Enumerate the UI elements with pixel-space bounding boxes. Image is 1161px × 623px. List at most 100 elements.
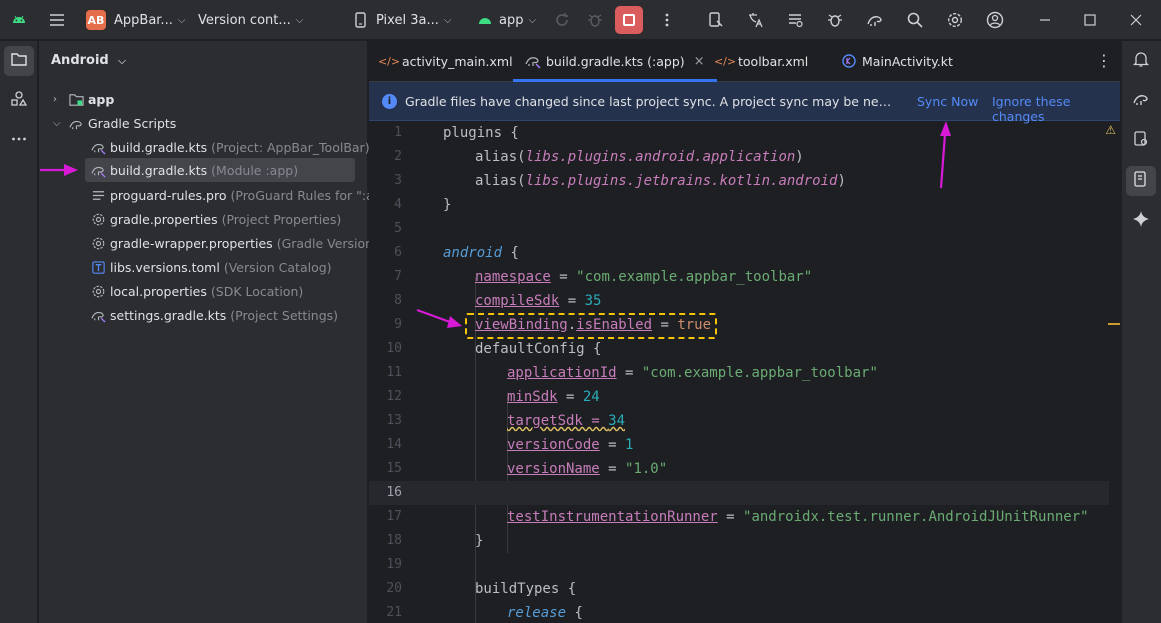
warning-icon[interactable]: ⚠ — [1105, 123, 1116, 137]
shapes-icon — [10, 90, 28, 112]
text-file-icon — [89, 187, 107, 203]
ignore-changes-link[interactable]: Ignore these changes — [992, 94, 1120, 124]
tree-item-label: local.properties — [110, 283, 207, 299]
tree-item-libs-versions[interactable]: libs.versions.toml (Version Catalog) — [89, 255, 332, 279]
code-line: 17 testInstrumentationRunner = "androidx… — [369, 505, 1109, 529]
vcs-label: Version cont... — [198, 12, 291, 28]
project-view-name: Android — [51, 53, 109, 68]
more-tools-button[interactable] — [4, 126, 34, 156]
code-editor[interactable]: 1 plugins { 2 alias(libs.plugins.android… — [369, 121, 1120, 623]
tree-item-gradle-wrapper-properties[interactable]: gradle-wrapper.properties (Gradle Versio… — [89, 231, 378, 255]
chevron-down-icon: ⌵ — [177, 14, 186, 26]
tab-activity-main[interactable]: </> activity_main.xml — [378, 41, 513, 81]
run-config-selector[interactable]: app ⌵ — [474, 0, 536, 40]
project-selector[interactable]: AB AppBar... ⌵ — [86, 0, 185, 40]
tree-item-hint: (Module :app) — [211, 162, 299, 178]
code-line: 8 compileSdk = 35 — [369, 289, 1109, 313]
tree-item-local-properties[interactable]: local.properties (SDK Location) — [89, 279, 303, 303]
code-text: minSdk = 24 — [507, 389, 600, 405]
line-number: 15 — [386, 461, 402, 476]
resource-manager-button[interactable] — [4, 86, 34, 116]
tab-options-button[interactable]: ⋮ — [1096, 51, 1112, 70]
gradle-icon — [67, 115, 85, 131]
logcat-button[interactable] — [784, 0, 806, 40]
notifications-button[interactable] — [1126, 46, 1156, 76]
code-line: 19 — [369, 553, 1109, 577]
code-text: defaultConfig { — [475, 341, 602, 357]
tree-item-hint: (Project: AppBar_ToolBar) — [211, 139, 370, 155]
project-badge: AB — [86, 10, 106, 30]
rerun-button[interactable] — [551, 0, 573, 40]
code-line: 6 android { — [369, 241, 1109, 265]
tree-item-label: libs.versions.toml — [110, 259, 220, 275]
vcs-selector[interactable]: Version cont... ⌵ — [198, 0, 303, 40]
tab-label: MainActivity.kt — [862, 53, 953, 69]
code-line: 12 minSdk = 24 — [369, 385, 1109, 409]
run-config-label: app — [499, 12, 524, 28]
tree-item-build-gradle-module[interactable]: build.gradle.kts (Module :app) — [85, 158, 355, 182]
gradle-sync-button[interactable] — [864, 0, 886, 40]
gemini-button[interactable] — [1126, 206, 1156, 236]
running-devices-button[interactable] — [1126, 166, 1156, 196]
project-tool-button[interactable] — [4, 46, 34, 76]
more-actions-button[interactable] — [656, 0, 678, 40]
close-tab-icon[interactable]: × — [694, 54, 705, 69]
maximize-icon — [1079, 9, 1101, 31]
line-number: 18 — [386, 533, 402, 548]
tree-item-label: proguard-rules.pro — [110, 187, 227, 203]
code-line: 7 namespace = "com.example.appbar_toolba… — [369, 265, 1109, 289]
running-devices-icon — [1132, 170, 1150, 192]
editor: </> activity_main.xml build.gradle.kts (… — [369, 41, 1120, 623]
sync-now-link[interactable]: Sync Now — [917, 94, 978, 109]
line-number: 14 — [386, 437, 402, 452]
code-text: versionName = "1.0" — [507, 461, 668, 477]
bug-icon — [584, 9, 606, 31]
stop-button[interactable] — [615, 0, 643, 40]
gradle-icon — [1132, 90, 1150, 112]
tab-main-activity[interactable]: MainActivity.kt — [841, 41, 953, 81]
tree-item-settings-gradle[interactable]: settings.gradle.kts (Project Settings) — [89, 303, 338, 327]
properties-icon — [89, 211, 107, 227]
toml-icon — [89, 259, 107, 275]
tree-item-label: build.gradle.kts — [110, 139, 208, 155]
line-number: 20 — [386, 581, 402, 596]
debug-button[interactable] — [584, 0, 606, 40]
line-number: 3 — [394, 173, 402, 188]
line-number: 6 — [394, 245, 402, 260]
main-menu-button[interactable] — [46, 0, 68, 40]
maximize-button[interactable] — [1079, 0, 1101, 40]
code-text: } — [475, 533, 484, 549]
tab-toolbar[interactable]: </> toolbar.xml — [713, 41, 808, 81]
gradle-tool-button[interactable] — [1126, 86, 1156, 116]
tree-item-hint: (Version Catalog) — [223, 259, 332, 275]
tree-item-app[interactable]: › app — [53, 87, 114, 111]
tree-item-gradle-scripts[interactable]: ⌵ Gradle Scripts — [53, 111, 176, 135]
xml-icon: </> — [713, 54, 737, 68]
scrollbar-marker[interactable] — [1108, 323, 1120, 325]
tree-item-label: Gradle Scripts — [88, 115, 177, 131]
tab-build-gradle-app[interactable]: build.gradle.kts (:app) × — [513, 41, 717, 82]
settings-button[interactable] — [944, 0, 966, 40]
tree-item-proguard-rules[interactable]: proguard-rules.pro (ProGuard Rules for "… — [89, 183, 400, 207]
account-button[interactable] — [984, 0, 1006, 40]
project-view-selector[interactable]: Android ⌵ — [51, 53, 126, 68]
device-manager-button[interactable] — [705, 0, 727, 40]
device-explorer-button[interactable] — [1126, 126, 1156, 156]
tree-item-hint: (Project Settings) — [230, 307, 339, 323]
device-explorer-icon — [1132, 130, 1150, 152]
translate-icon — [744, 9, 766, 31]
device-selector[interactable]: Pixel 3a... ⌵ — [350, 0, 451, 40]
tree-item-gradle-properties[interactable]: gradle.properties (Project Properties) — [89, 207, 341, 231]
search-button[interactable] — [904, 0, 926, 40]
close-window-button[interactable] — [1125, 0, 1147, 40]
app-inspection-button[interactable] — [824, 0, 846, 40]
code-line: 2 alias(libs.plugins.android.application… — [369, 145, 1109, 169]
right-tool-strip — [1121, 41, 1161, 623]
code-line: 18 } — [369, 529, 1109, 553]
translations-button[interactable] — [744, 0, 766, 40]
chevron-down-icon: ⌵ — [528, 14, 537, 26]
chevron-down-icon: ⌵ — [53, 117, 61, 129]
code-text: versionCode = 1 — [507, 437, 634, 453]
tree-item-build-gradle-project[interactable]: build.gradle.kts (Project: AppBar_ToolBa… — [89, 135, 370, 159]
minimize-button[interactable] — [1034, 0, 1056, 40]
